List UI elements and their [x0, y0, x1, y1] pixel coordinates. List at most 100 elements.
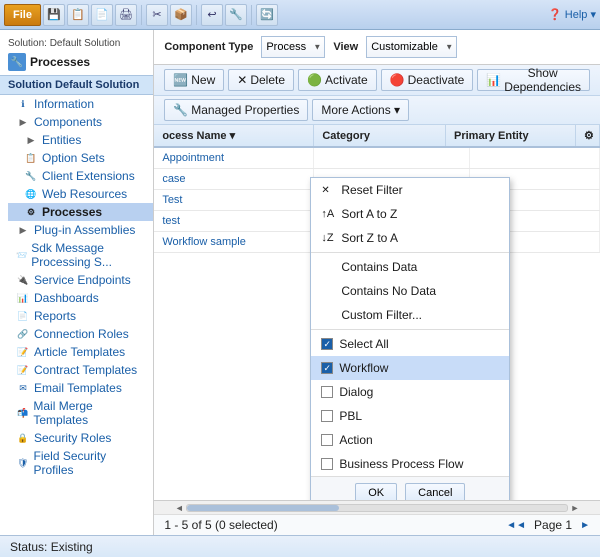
processes-icon: ⚙ — [24, 205, 38, 219]
filter-footer: OK Cancel — [311, 476, 509, 500]
solution-header: Solution: Default Solution — [0, 34, 153, 51]
sidebar-item-client-extensions[interactable]: 🔧 Client Extensions — [8, 167, 153, 185]
scroll-right-arrow[interactable]: ► — [568, 503, 582, 513]
new-icon: 🆕 — [173, 73, 188, 87]
undo-icon[interactable]: ↩ — [201, 4, 223, 26]
select-all-item[interactable]: ✓ Select All — [311, 332, 509, 356]
sidebar-item-connection-roles[interactable]: 🔗 Connection Roles — [0, 325, 153, 343]
article-templates-icon: 📝 — [16, 345, 30, 359]
print-icon[interactable]: 🖨 — [115, 4, 137, 26]
information-icon: ℹ — [16, 97, 30, 111]
status-text: Status: Existing — [10, 540, 93, 554]
cut-icon[interactable]: ✂ — [146, 4, 168, 26]
sidebar-item-plugin-assemblies[interactable]: ▶ Plug-in Assemblies — [0, 221, 153, 239]
filter-ok-button[interactable]: OK — [355, 483, 397, 500]
table-area: ocess Name ▾ Category Primary Entity ⚙ A… — [154, 125, 600, 500]
page-label: Page 1 — [534, 518, 572, 532]
next-page-button[interactable]: ► — [580, 520, 590, 531]
workflow-item[interactable]: ✓ Workflow — [311, 356, 509, 380]
help-button[interactable]: ❓ Help ▾ — [548, 8, 596, 21]
sidebar-item-reports[interactable]: 📄 Reports — [0, 307, 153, 325]
package-icon[interactable]: 📦 — [170, 4, 192, 26]
component-type-dropdown[interactable]: Process — [261, 36, 325, 58]
delete-button[interactable]: ✕ Delete — [228, 69, 294, 91]
contains-no-data-item[interactable]: Contains No Data — [311, 279, 509, 303]
pbl-checkbox[interactable] — [321, 410, 333, 422]
table-header: ocess Name ▾ Category Primary Entity ⚙ — [154, 125, 600, 148]
sidebar-item-field-security[interactable]: 🛡 Field Security Profiles — [0, 447, 153, 479]
select-all-checkbox[interactable]: ✓ — [321, 338, 333, 350]
pbl-item[interactable]: PBL — [311, 404, 509, 428]
category-filter-dropdown: ✕ Reset Filter ↑A Sort A to Z ↓Z Sort Z … — [310, 177, 510, 500]
activate-button[interactable]: 🟢 Activate — [298, 69, 377, 91]
row-name-1: Appointment — [154, 148, 314, 168]
web-resources-icon: 🌐 — [24, 187, 38, 201]
row-name-4: test — [154, 211, 314, 231]
row-primary-1 — [470, 148, 600, 168]
new-button[interactable]: 🆕 New — [164, 69, 224, 91]
dialog-checkbox[interactable] — [321, 386, 333, 398]
sidebar-item-email-templates[interactable]: ✉ Email Templates — [0, 379, 153, 397]
action-item[interactable]: Action — [311, 428, 509, 452]
show-dependencies-button[interactable]: 📊 Show Dependencies — [477, 69, 590, 91]
reset-filter-item[interactable]: ✕ Reset Filter — [311, 178, 509, 202]
filter-cancel-button[interactable]: Cancel — [405, 483, 465, 500]
sidebar-item-sdk-message[interactable]: 📨 Sdk Message Processing S... — [0, 239, 153, 271]
sidebar-item-dashboards[interactable]: 📊 Dashboards — [0, 289, 153, 307]
managed-properties-button[interactable]: 🔧 Managed Properties — [164, 99, 308, 121]
scroll-track[interactable] — [186, 504, 568, 512]
action-checkbox[interactable] — [321, 434, 333, 446]
save-icon[interactable]: 💾 — [43, 4, 65, 26]
col-category-header[interactable]: Category — [314, 125, 446, 146]
plugin-expand-icon: ▶ — [16, 223, 30, 237]
sort-desc-item[interactable]: ↓Z Sort Z to A — [311, 226, 509, 250]
sidebar-item-option-sets[interactable]: 📋 Option Sets — [8, 149, 153, 167]
dashboards-icon: 📊 — [16, 291, 30, 305]
dialog-item[interactable]: Dialog — [311, 380, 509, 404]
scroll-left-arrow[interactable]: ◄ — [172, 503, 186, 513]
settings-icon[interactable]: 🔧 — [225, 4, 247, 26]
sidebar-item-contract-templates[interactable]: 📝 Contract Templates — [0, 361, 153, 379]
client-ext-icon: 🔧 — [24, 169, 38, 183]
sidebar-item-mail-merge-templates[interactable]: 📬 Mail Merge Templates — [0, 397, 153, 429]
solution-icon: 🔧 — [8, 53, 26, 71]
clipboard-icon[interactable]: 📋 — [67, 4, 89, 26]
sidebar-item-web-resources[interactable]: 🌐 Web Resources — [8, 185, 153, 203]
sidebar-item-security-roles[interactable]: 🔒 Security Roles — [0, 429, 153, 447]
custom-filter-item[interactable]: Custom Filter... — [311, 303, 509, 327]
sidebar-item-entities[interactable]: ▶ Entities — [8, 131, 153, 149]
sidebar-item-information[interactable]: ℹ Information — [0, 95, 153, 113]
new-icon[interactable]: 📄 — [91, 4, 113, 26]
sidebar-item-components[interactable]: ▶ Components — [0, 113, 153, 131]
component-row: Component Type Process View Customizable — [164, 36, 590, 58]
pagination: 1 - 5 of 5 (0 selected) ◄◄ Page 1 ► — [154, 514, 600, 535]
table-row[interactable]: Appointment — [154, 148, 600, 169]
business-process-flow-item[interactable]: Business Process Flow — [311, 452, 509, 476]
contract-templates-icon: 📝 — [16, 363, 30, 377]
sidebar: Solution: Default Solution 🔧 Processes S… — [0, 30, 154, 535]
sort-asc-item[interactable]: ↑A Sort A to Z — [311, 202, 509, 226]
sidebar-item-service-endpoints[interactable]: 🔌 Service Endpoints — [0, 271, 153, 289]
sidebar-item-processes[interactable]: ⚙ Processes — [8, 203, 153, 221]
horizontal-scrollbar[interactable]: ◄ ► — [154, 500, 600, 514]
main-area: Solution: Default Solution 🔧 Processes S… — [0, 30, 600, 535]
mail-merge-icon: 📬 — [16, 406, 29, 420]
view-dropdown[interactable]: Customizable — [366, 36, 457, 58]
managed-props-icon: 🔧 — [173, 103, 188, 117]
view-dropdown-wrapper: Customizable — [366, 36, 457, 58]
contains-data-item[interactable]: Contains Data — [311, 255, 509, 279]
delete-icon: ✕ — [237, 73, 247, 87]
workflow-checkbox[interactable]: ✓ — [321, 362, 333, 374]
col-action-header[interactable]: ⚙ — [576, 125, 600, 146]
action-row-2: 🔧 Managed Properties More Actions ▾ — [154, 96, 600, 125]
reports-icon: 📄 — [16, 309, 30, 323]
file-button[interactable]: File — [4, 4, 41, 26]
sidebar-item-article-templates[interactable]: 📝 Article Templates — [0, 343, 153, 361]
first-page-button[interactable]: ◄◄ — [506, 520, 526, 531]
more-actions-button[interactable]: More Actions ▾ — [312, 99, 409, 121]
col-name-header[interactable]: ocess Name ▾ — [154, 125, 314, 146]
bpf-checkbox[interactable] — [321, 458, 333, 470]
col-primary-header[interactable]: Primary Entity — [446, 125, 576, 146]
refresh-icon[interactable]: 🔄 — [256, 4, 278, 26]
deactivate-button[interactable]: 🔴 Deactivate — [381, 69, 474, 91]
